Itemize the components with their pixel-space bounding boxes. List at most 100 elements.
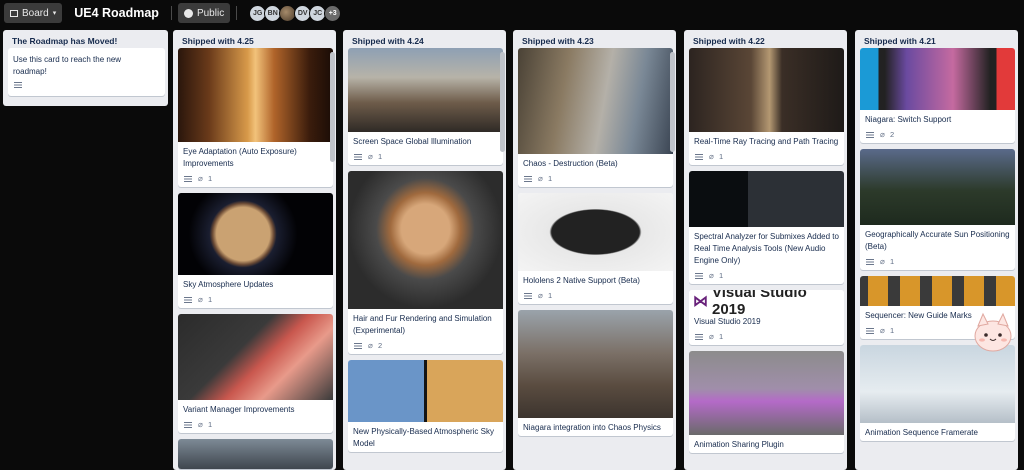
paperclip-icon: ⌀	[709, 270, 714, 280]
card-badges: ⌀ 2	[348, 339, 503, 354]
card-title: Use this card to reach the new roadmap!	[13, 55, 122, 76]
attachments-badge: ⌀ 1	[709, 152, 723, 161]
card[interactable]: Variant Manager Improvements ⌀ 1	[178, 314, 333, 433]
description-icon	[184, 296, 192, 303]
board-icon	[10, 9, 18, 17]
list-title[interactable]: Shipped with 4.23	[513, 30, 676, 48]
list-title[interactable]: Shipped with 4.24	[343, 30, 506, 48]
attachments-count: 1	[719, 271, 724, 280]
card[interactable]: Eye Adaptation (Auto Exposure) Improveme…	[178, 48, 333, 187]
card-title: Real-Time Ray Tracing and Path Tracing	[694, 137, 839, 146]
card-cover-image	[348, 171, 503, 309]
card-cover-image	[518, 48, 673, 154]
paperclip-icon: ⌀	[709, 331, 714, 341]
attachments-count: 2	[890, 130, 895, 139]
card-cover-image: ⋈ Visual Studio 2019	[689, 290, 844, 318]
description-icon	[695, 153, 703, 160]
card[interactable]: Chaos - Destruction (Beta) ⌀ 1	[518, 48, 673, 187]
card[interactable]: New Physically-Based Atmospheric Sky Mod…	[348, 360, 503, 452]
list-scrollbar[interactable]	[330, 52, 335, 162]
card-cover-image	[178, 193, 333, 275]
card[interactable]: Screen Space Global Illumination ⌀ 1	[348, 48, 503, 165]
board-view-button[interactable]: Board ▾	[4, 3, 63, 23]
card-title: Hair and Fur Rendering and Simulation (E…	[353, 314, 492, 335]
card-title: Animation Sequence Framerate	[865, 428, 978, 437]
visibility-label: Public	[196, 7, 225, 19]
list-scrollbar[interactable]	[500, 52, 505, 152]
list-cards: Niagara: Switch Support ⌀ 2 Geographicall…	[855, 48, 1018, 441]
attachments-badge: ⌀ 1	[538, 174, 552, 183]
description-icon	[184, 421, 192, 428]
list-shipped-4-23: Shipped with 4.23 Chaos - Destruction (B…	[513, 30, 676, 470]
description-icon	[866, 258, 874, 265]
list-cards: Eye Adaptation (Auto Exposure) Improveme…	[173, 48, 336, 469]
paperclip-icon: ⌀	[538, 290, 543, 300]
card-cover-image	[860, 276, 1015, 306]
list-shipped-4-21: Shipped with 4.21 Niagara: Switch Suppor…	[855, 30, 1018, 470]
description-icon	[695, 272, 703, 279]
list-shipped-4-25: Shipped with 4.25 Eye Adaptation (Auto E…	[173, 30, 336, 470]
card-badges: ⌀ 1	[518, 289, 673, 304]
attachments-badge: ⌀ 1	[880, 257, 894, 266]
cover-text: Visual Studio 2019	[712, 290, 807, 318]
list-shipped-4-24: Shipped with 4.24 Screen Space Global Il…	[343, 30, 506, 470]
chevron-down-icon: ▾	[52, 10, 57, 17]
card[interactable]: Hololens 2 Native Support (Beta) ⌀ 1	[518, 193, 673, 304]
card[interactable]: Niagara integration into Chaos Physics	[518, 310, 673, 436]
paperclip-icon: ⌀	[198, 294, 203, 304]
card-cover-image	[860, 48, 1015, 110]
card-title: Animation Sharing Plugin	[694, 440, 784, 449]
list-scrollbar[interactable]	[670, 52, 675, 152]
list-title[interactable]: Shipped with 4.21	[855, 30, 1018, 48]
card[interactable]: Real-Time Ray Tracing and Path Tracing ⌀…	[689, 48, 844, 165]
visual-studio-icon: ⋈	[693, 293, 708, 310]
header-divider	[170, 6, 172, 20]
card-badges: ⌀ 1	[348, 150, 503, 165]
description-icon	[14, 82, 22, 88]
card-cover-image	[348, 48, 503, 132]
card-title: Geographically Accurate Sun Positioning …	[865, 230, 1010, 251]
card-badges: ⌀ 1	[178, 418, 333, 433]
visual-studio-logo: ⋈ Visual Studio 2019	[689, 290, 844, 318]
card[interactable]: ⋈ Visual Studio 2019 Visual Studio 2019 ⌀…	[689, 290, 844, 345]
card-title: Sky Atmosphere Updates	[183, 280, 274, 289]
list-title[interactable]: Shipped with 4.22	[684, 30, 847, 48]
board-title[interactable]: UE4 Roadmap	[68, 6, 165, 20]
card[interactable]: Use this card to reach the new roadmap!	[8, 48, 165, 96]
paperclip-icon: ⌀	[368, 340, 373, 350]
attachments-badge: ⌀ 1	[198, 295, 212, 304]
board-header: Board ▾ UE4 Roadmap Public JG BN DV JC +…	[0, 0, 1024, 26]
description-icon	[695, 333, 703, 340]
card-badges: ⌀ 1	[178, 293, 333, 308]
card-title: New Physically-Based Atmospheric Sky Mod…	[353, 427, 494, 448]
list-roadmap-moved: The Roadmap has Moved! Use this card to …	[3, 30, 168, 106]
list-cards: Chaos - Destruction (Beta) ⌀ 1 Hololens 2…	[513, 48, 676, 436]
card[interactable]: Spectral Analyzer for Submixes Added to …	[689, 171, 844, 284]
card[interactable]: Sky Atmosphere Updates ⌀ 1	[178, 193, 333, 308]
card[interactable]: Hair and Fur Rendering and Simulation (E…	[348, 171, 503, 354]
description-icon	[184, 175, 192, 182]
card-title: Variant Manager Improvements	[183, 405, 295, 414]
card-badges: ⌀ 1	[689, 330, 844, 345]
more-members-button[interactable]: +3	[324, 4, 342, 22]
card-title: Niagara integration into Chaos Physics	[523, 423, 661, 432]
card[interactable]: Niagara: Switch Support ⌀ 2	[860, 48, 1015, 143]
attachments-badge: ⌀ 1	[709, 332, 723, 341]
paperclip-icon: ⌀	[198, 173, 203, 183]
card[interactable]: Animation Sequence Framerate	[860, 345, 1015, 441]
attachments-badge: ⌀ 1	[709, 271, 723, 280]
card-title: Spectral Analyzer for Submixes Added to …	[694, 232, 839, 265]
list-title[interactable]: Shipped with 4.25	[173, 30, 336, 48]
attachments-count: 1	[890, 257, 895, 266]
card-cover-image	[348, 360, 503, 422]
attachments-count: 1	[378, 152, 383, 161]
visibility-button[interactable]: Public	[177, 3, 231, 23]
card[interactable]	[178, 439, 333, 469]
attachments-badge: ⌀ 1	[198, 420, 212, 429]
attachments-badge: ⌀ 1	[538, 291, 552, 300]
list-title[interactable]: The Roadmap has Moved!	[3, 30, 168, 48]
card[interactable]: Geographically Accurate Sun Positioning …	[860, 149, 1015, 270]
attachments-count: 1	[719, 332, 724, 341]
card[interactable]: Animation Sharing Plugin	[689, 351, 844, 453]
card-badges	[8, 80, 165, 92]
